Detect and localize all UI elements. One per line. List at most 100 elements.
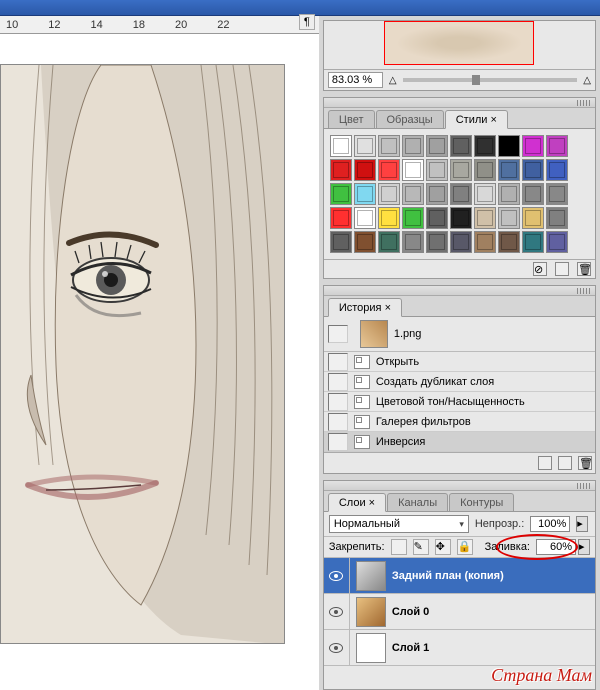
layer-thumb [356,561,386,591]
history-item[interactable]: Открыть [324,352,595,372]
no-style-icon[interactable]: ⊘ [533,262,547,276]
tab-color[interactable]: Цвет [328,110,375,128]
style-swatch[interactable] [330,159,352,181]
style-swatch[interactable] [522,159,544,181]
history-item[interactable]: Галерея фильтров [324,412,595,432]
lock-transparency-icon[interactable] [391,539,407,555]
lock-position-icon[interactable]: ✥ [435,539,451,555]
layer-row[interactable]: Задний план (копия) [324,558,595,594]
style-swatch[interactable] [498,183,520,205]
style-swatch[interactable] [426,183,448,205]
visibility-toggle[interactable] [324,630,350,666]
style-swatch[interactable] [522,135,544,157]
visibility-toggle[interactable] [324,594,350,630]
style-swatch[interactable] [378,207,400,229]
style-swatch[interactable] [474,207,496,229]
style-swatch[interactable] [378,231,400,253]
style-swatch[interactable] [498,135,520,157]
fill-input[interactable]: 60% [536,539,576,555]
style-swatch[interactable] [378,159,400,181]
history-doc-thumb [360,320,388,348]
panel-grip[interactable] [324,98,595,108]
style-swatch[interactable] [354,159,376,181]
style-swatch[interactable] [498,159,520,181]
style-swatch[interactable] [546,183,568,205]
style-swatch[interactable] [402,135,424,157]
pilcrow-toggle[interactable]: ¶ [299,14,315,30]
style-swatch[interactable] [546,231,568,253]
trash-icon[interactable]: 🗑 [577,262,591,276]
style-swatch[interactable] [522,231,544,253]
style-swatch[interactable] [330,231,352,253]
blend-mode-select[interactable]: Нормальный▾ [329,515,469,533]
style-swatch[interactable] [450,135,472,157]
history-item[interactable]: Инверсия [324,432,595,452]
trash-icon[interactable]: 🗑 [578,456,592,470]
navigator-panel: 83.03 % △ △ [323,20,596,91]
lock-pixels-icon[interactable]: ✎ [413,539,429,555]
new-style-icon[interactable] [555,262,569,276]
style-swatch[interactable] [354,231,376,253]
opacity-input[interactable]: 100% [530,516,570,532]
style-swatch[interactable] [402,231,424,253]
style-swatch[interactable] [450,207,472,229]
style-swatch[interactable] [426,231,448,253]
tab-paths[interactable]: Контуры [449,493,514,511]
style-swatch[interactable] [474,231,496,253]
style-swatch[interactable] [474,135,496,157]
style-swatch[interactable] [546,207,568,229]
style-swatch[interactable] [402,183,424,205]
style-swatch[interactable] [402,159,424,181]
canvas-image[interactable] [0,64,285,644]
zoom-out-icon[interactable]: △ [389,75,397,86]
eye-icon [329,607,343,617]
style-swatch[interactable] [450,183,472,205]
layer-row[interactable]: Слой 0 [324,594,595,630]
style-swatch[interactable] [330,207,352,229]
style-swatch[interactable] [330,135,352,157]
style-swatch[interactable] [330,183,352,205]
style-swatch[interactable] [546,135,568,157]
history-item[interactable]: Создать дубликат слоя [324,372,595,392]
zoom-in-icon[interactable]: △ [583,75,591,86]
tab-layers[interactable]: Слои × [328,493,386,512]
tab-swatches[interactable]: Образцы [376,110,444,128]
tab-channels[interactable]: Каналы [387,493,448,511]
style-swatch[interactable] [522,183,544,205]
style-swatch[interactable] [402,207,424,229]
tab-styles[interactable]: Стили × [445,110,508,129]
zoom-value[interactable]: 83.03 % [328,72,383,88]
style-swatch[interactable] [426,159,448,181]
history-item[interactable]: Цветовой тон/Насыщенность [324,392,595,412]
new-snapshot-icon[interactable] [558,456,572,470]
lock-all-icon[interactable]: 🔒 [457,539,473,555]
style-swatch[interactable] [546,159,568,181]
layer-list: Задний план (копия)Слой 0Слой 1 [324,558,595,666]
navigator-thumb[interactable] [384,21,534,65]
style-swatch[interactable] [354,207,376,229]
create-doc-icon[interactable] [538,456,552,470]
style-swatch[interactable] [378,183,400,205]
history-step-label: Открыть [376,356,419,368]
style-swatch[interactable] [354,135,376,157]
style-swatch[interactable] [450,231,472,253]
panel-grip[interactable] [324,286,595,296]
opacity-flyout-icon[interactable]: ▸ [576,516,588,532]
snapshot-well[interactable] [328,325,348,343]
layer-row[interactable]: Слой 1 [324,630,595,666]
style-swatch[interactable] [498,231,520,253]
zoom-slider[interactable] [403,78,578,82]
panel-grip[interactable] [324,481,595,491]
style-swatch[interactable] [498,207,520,229]
style-swatch[interactable] [522,207,544,229]
style-swatch[interactable] [354,183,376,205]
style-swatch[interactable] [426,207,448,229]
style-swatch[interactable] [450,159,472,181]
fill-flyout-icon[interactable]: ▸ [578,539,590,555]
visibility-toggle[interactable] [324,558,350,594]
style-swatch[interactable] [474,159,496,181]
style-swatch[interactable] [474,183,496,205]
style-swatch[interactable] [426,135,448,157]
style-swatch[interactable] [378,135,400,157]
tab-history[interactable]: История × [328,298,402,317]
